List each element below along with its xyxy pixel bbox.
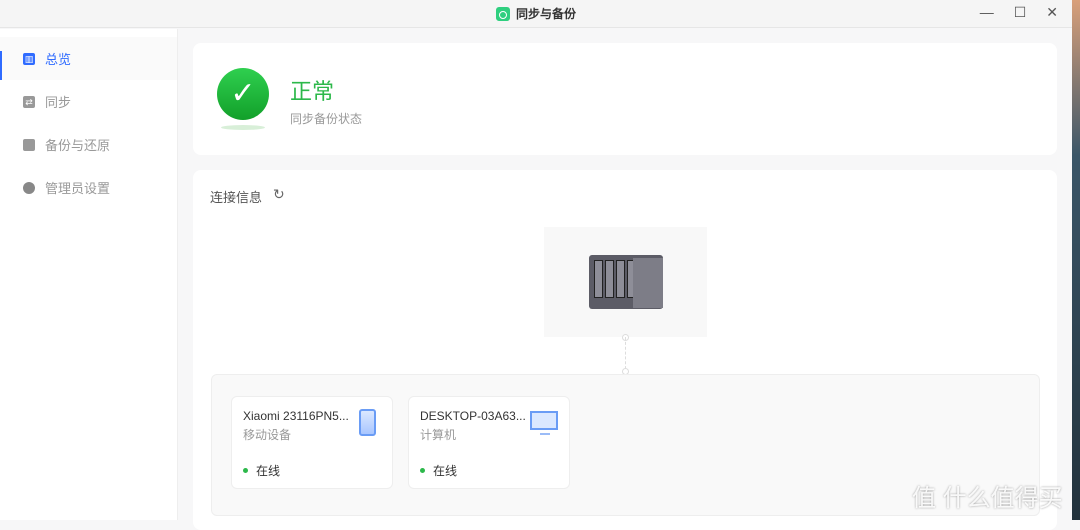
connection-title: 连接信息	[210, 190, 263, 205]
device-status-label: 在线	[256, 464, 281, 478]
sidebar-item-label: 备份与还原	[45, 138, 111, 153]
minimize-button[interactable]: —	[980, 4, 994, 21]
connection-card: 连接信息 ↻ Xiaomi 23116PN5... 移动设备 在线 DESKTO…	[193, 170, 1057, 530]
device-type: 移动设备	[243, 428, 292, 442]
device-type: 计算机	[420, 428, 457, 442]
check-icon: ✓	[217, 68, 269, 120]
sidebar-item-label: 总览	[45, 52, 72, 67]
device-status: 在线	[243, 462, 280, 479]
sidebar-item-sync[interactable]: ⇄ 同步	[0, 80, 177, 123]
refresh-icon[interactable]: ↻	[273, 186, 285, 203]
app-icon	[495, 6, 510, 21]
watermark: 值 什么值得买	[912, 485, 1063, 512]
status-title: 正常	[290, 79, 335, 104]
window-title: 同步与备份	[515, 7, 576, 21]
device-name: Xiaomi 23116PN5...	[243, 409, 349, 423]
device-status: 在线	[420, 462, 457, 479]
status-subtitle: 同步备份状态	[290, 112, 363, 126]
sidebar-item-label: 同步	[45, 95, 72, 110]
computer-icon	[530, 411, 558, 435]
sync-icon: ⇄	[23, 95, 35, 108]
backup-icon	[23, 138, 35, 151]
device-card[interactable]: DESKTOP-03A63... 计算机 在线	[408, 396, 570, 489]
desktop-wallpaper	[1072, 0, 1080, 520]
sidebar-item-overview[interactable]: ▥ 总览	[0, 37, 177, 80]
nas-device-image	[544, 227, 707, 337]
sidebar-item-admin-settings[interactable]: 管理员设置	[0, 166, 177, 209]
maximize-button[interactable]: ☐	[1014, 4, 1027, 21]
device-name: DESKTOP-03A63...	[420, 409, 526, 423]
close-button[interactable]: ✕	[1046, 4, 1058, 21]
gear-icon	[23, 181, 35, 194]
device-status-label: 在线	[433, 464, 458, 478]
device-card[interactable]: Xiaomi 23116PN5... 移动设备 在线	[231, 396, 393, 489]
sidebar: ▥ 总览 ⇄ 同步 备份与还原 管理员设置	[0, 29, 178, 520]
online-dot-icon	[243, 468, 248, 473]
icon-shadow	[221, 125, 265, 130]
sidebar-item-backup-restore[interactable]: 备份与还原	[0, 123, 177, 166]
nas-icon	[588, 255, 663, 309]
status-card: ✓ 正常 同步备份状态	[193, 43, 1057, 155]
chart-icon: ▥	[23, 52, 35, 65]
title-bar: 同步与备份 — ☐ ✕	[0, 0, 1072, 28]
phone-icon	[359, 409, 376, 436]
sidebar-item-label: 管理员设置	[45, 181, 111, 196]
online-dot-icon	[420, 468, 425, 473]
